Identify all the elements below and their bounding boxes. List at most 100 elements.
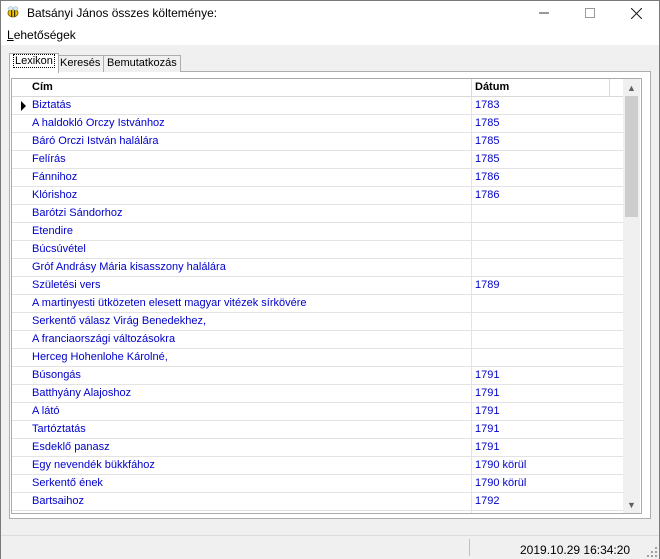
minimize-button[interactable]	[521, 1, 567, 25]
menu-mnemonic: L	[7, 28, 14, 42]
status-divider	[469, 539, 470, 556]
chevron-down-icon: ▼	[627, 499, 636, 510]
cell-title[interactable]: Búsongás	[32, 369, 81, 381]
table-row[interactable]: Gróf Andrásy Mária kisasszony halálára	[12, 259, 623, 277]
poems-grid[interactable]: Cím Dátum Biztatás 1783 A haldokló Orczy I…	[11, 78, 642, 514]
table-row[interactable]: A martinyesti ütközeten elesett magyar v…	[12, 295, 623, 313]
cell-title[interactable]: Serkentő válasz Virág Benedekhez,	[32, 315, 206, 327]
cell-title[interactable]: Klórishoz	[32, 189, 77, 201]
table-row[interactable]: Etendire	[12, 223, 623, 241]
table-row[interactable]: Barótzi Sándorhoz	[12, 205, 623, 223]
cell-title[interactable]: Felírás	[32, 153, 66, 165]
tab-label: Lexikon	[13, 54, 55, 68]
table-row[interactable]: Az európai hadakozásokra 1792	[12, 511, 623, 514]
table-row[interactable]: Fánnihoz 1786	[12, 169, 623, 187]
column-divider[interactable]	[609, 79, 610, 96]
cell-divider	[471, 331, 472, 348]
table-row[interactable]: Egy nevendék bükkfához 1790 körül	[12, 457, 623, 475]
cell-date[interactable]: 1785	[475, 135, 499, 147]
menu-label: ehetőségek	[13, 28, 76, 42]
title-bar: Batsányi János összes költeménye:	[1, 1, 659, 25]
table-row[interactable]: Biztatás 1783	[12, 97, 623, 115]
cell-divider	[471, 511, 472, 513]
table-row[interactable]: A franciaországi változásokra	[12, 331, 623, 349]
cell-title[interactable]: A franciaországi változásokra	[32, 333, 175, 345]
table-row[interactable]: Serkentő válasz Virág Benedekhez,	[12, 313, 623, 331]
table-row[interactable]: Felírás 1785	[12, 151, 623, 169]
tab-bemutatkozas[interactable]: Bemutatkozás	[103, 55, 181, 72]
cell-date[interactable]: 1785	[475, 117, 499, 129]
table-row[interactable]: Bartsaihoz 1792	[12, 493, 623, 511]
cell-date[interactable]: 1786	[475, 189, 499, 201]
cell-divider	[471, 475, 472, 492]
table-row[interactable]: Búcsúvétel	[12, 241, 623, 259]
tab-lexikon[interactable]: Lexikon	[9, 53, 59, 73]
chevron-up-icon: ▲	[627, 82, 636, 93]
cell-divider	[471, 151, 472, 168]
table-row[interactable]: Báró Orczi István halálára 1785	[12, 133, 623, 151]
cell-title[interactable]: Esdeklő panasz	[32, 441, 110, 453]
table-row[interactable]: A haldokló Orczy Istvánhoz 1785	[12, 115, 623, 133]
cell-divider	[471, 169, 472, 186]
table-row[interactable]: A látó 1791	[12, 403, 623, 421]
table-row[interactable]: Születési vers 1789	[12, 277, 623, 295]
resize-grip-icon[interactable]	[647, 547, 657, 557]
cell-divider	[471, 259, 472, 276]
cell-title[interactable]: Biztatás	[32, 99, 71, 111]
scroll-down-button[interactable]: ▼	[623, 496, 640, 513]
table-row[interactable]: Búsongás 1791	[12, 367, 623, 385]
table-row[interactable]: Tartóztatás 1791	[12, 421, 623, 439]
cell-title[interactable]: Az európai hadakozásokra	[32, 513, 162, 514]
cell-title[interactable]: A martinyesti ütközeten elesett magyar v…	[32, 297, 307, 309]
maximize-icon	[585, 8, 595, 18]
cell-title[interactable]: A haldokló Orczy Istvánhoz	[32, 117, 165, 129]
cell-title[interactable]: Fánnihoz	[32, 171, 77, 183]
cell-title[interactable]: Gróf Andrásy Mária kisasszony halálára	[32, 261, 226, 273]
cell-divider	[471, 349, 472, 366]
cell-title[interactable]: Születési vers	[32, 279, 100, 291]
tab-kereses[interactable]: Keresés	[56, 55, 105, 72]
table-row[interactable]: Batthyány Alajoshoz 1791	[12, 385, 623, 403]
cell-title[interactable]: Bartsaihoz	[32, 495, 84, 507]
table-row[interactable]: Klórishoz 1786	[12, 187, 623, 205]
cell-date[interactable]: 1792	[475, 495, 499, 507]
column-divider[interactable]	[471, 79, 472, 96]
row-selector-arrow-icon	[21, 101, 26, 111]
cell-title[interactable]: Tartóztatás	[32, 423, 86, 435]
cell-date[interactable]: 1791	[475, 423, 499, 435]
cell-date[interactable]: 1791	[475, 441, 499, 453]
cell-title[interactable]: Búcsúvétel	[32, 243, 86, 255]
cell-title[interactable]: Barótzi Sándorhoz	[32, 207, 123, 219]
grid-header: Cím Dátum	[12, 79, 623, 97]
cell-date[interactable]: 1792	[475, 513, 499, 514]
maximize-button[interactable]	[567, 1, 613, 25]
cell-title[interactable]: Báró Orczi István halálára	[32, 135, 159, 147]
cell-title[interactable]: A látó	[32, 405, 60, 417]
cell-date[interactable]: 1789	[475, 279, 499, 291]
cell-date[interactable]: 1790 körül	[475, 459, 526, 471]
cell-date[interactable]: 1791	[475, 387, 499, 399]
cell-date[interactable]: 1786	[475, 171, 499, 183]
bee-app-icon[interactable]	[6, 5, 20, 19]
table-row[interactable]: Serkentő ének 1790 körül	[12, 475, 623, 493]
cell-title[interactable]: Etendire	[32, 225, 73, 237]
cell-divider	[471, 439, 472, 456]
menu-lehetosegek[interactable]: Lehetőségek	[7, 28, 76, 42]
table-row[interactable]: Herceg Hohenlohe Károlné,	[12, 349, 623, 367]
cell-date[interactable]: 1790 körül	[475, 477, 526, 489]
cell-title[interactable]: Herceg Hohenlohe Károlné,	[32, 351, 168, 363]
cell-date[interactable]: 1783	[475, 99, 499, 111]
column-header-cim[interactable]: Cím	[32, 81, 53, 93]
column-header-datum[interactable]: Dátum	[475, 81, 509, 93]
cell-date[interactable]: 1785	[475, 153, 499, 165]
vertical-scrollbar[interactable]: ▲ ▼	[623, 79, 640, 513]
cell-title[interactable]: Batthyány Alajoshoz	[32, 387, 131, 399]
cell-title[interactable]: Egy nevendék bükkfához	[32, 459, 155, 471]
scroll-up-button[interactable]: ▲	[623, 79, 640, 96]
table-row[interactable]: Esdeklő panasz 1791	[12, 439, 623, 457]
close-button[interactable]	[613, 1, 659, 25]
scroll-thumb[interactable]	[625, 96, 638, 217]
cell-date[interactable]: 1791	[475, 405, 499, 417]
cell-date[interactable]: 1791	[475, 369, 499, 381]
cell-title[interactable]: Serkentő ének	[32, 477, 103, 489]
